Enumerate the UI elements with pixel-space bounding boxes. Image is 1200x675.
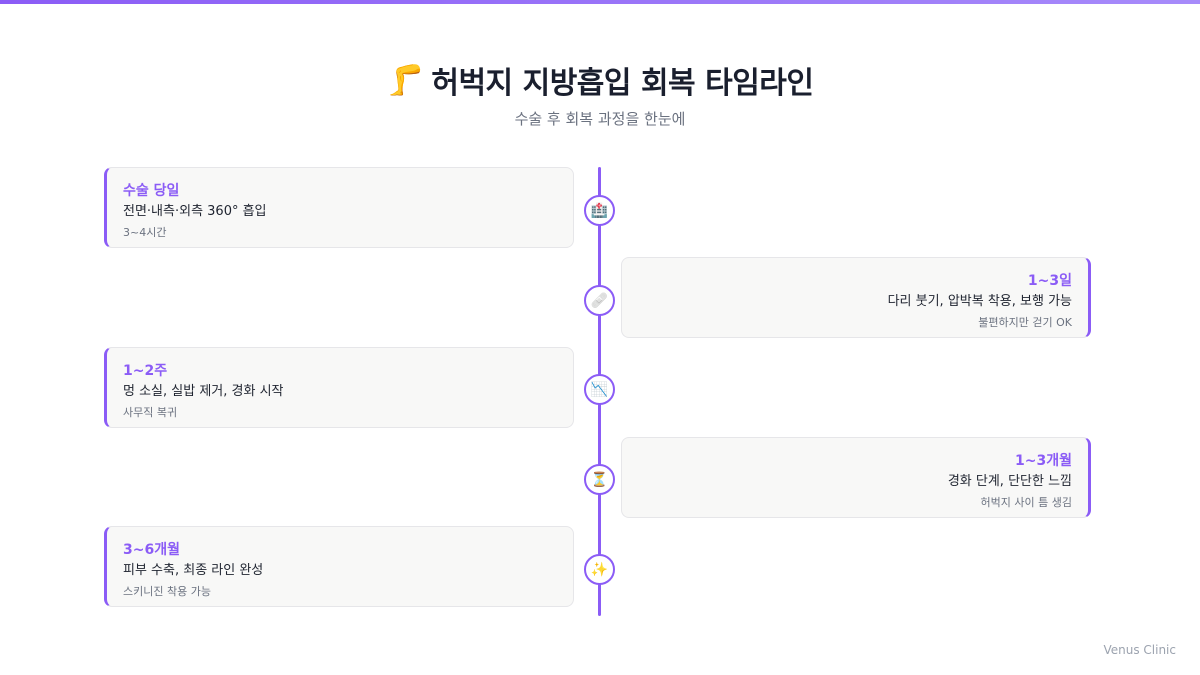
timeline-card-note: 사무직 복귀 bbox=[123, 406, 178, 419]
hospital-icon: 🏥 bbox=[584, 195, 615, 226]
sparkles-icon: ✨ bbox=[584, 554, 615, 585]
timeline-card-day1-3: 1~3일 다리 붓기, 압박복 착용, 보행 가능 불편하지만 걷기 OK bbox=[621, 257, 1091, 338]
timeline-card-note: 3~4시간 bbox=[123, 226, 167, 239]
page-title-text: 허벅지 지방흡입 회복 타임라인 bbox=[431, 66, 814, 101]
timeline-card-month1-3: 1~3개월 경화 단계, 단단한 느낌 허벅지 사이 틈 생김 bbox=[621, 437, 1091, 518]
header: 🦵 허벅지 지방흡입 회복 타임라인 bbox=[0, 58, 1200, 102]
timeline-card-month3-6: 3~6개월 피부 수축, 최종 라인 완성 스키니진 착용 가능 bbox=[104, 526, 574, 607]
timeline-card-title: 1~2주 bbox=[123, 363, 168, 379]
page-title: 🦵 허벅지 지방흡입 회복 타임라인 bbox=[386, 58, 815, 102]
timeline-card-desc: 피부 수축, 최종 라인 완성 bbox=[123, 563, 264, 578]
chart-down-icon: 📉 bbox=[584, 374, 615, 405]
timeline-card-note: 불편하지만 걷기 OK bbox=[978, 316, 1072, 329]
page-subtitle: 수술 후 회복 과정을 한눈에 bbox=[514, 110, 686, 128]
timeline-card-desc: 전면·내측·외측 360° 흡입 bbox=[123, 204, 267, 219]
timeline-card-desc: 멍 소실, 실밥 제거, 경화 시작 bbox=[123, 384, 284, 399]
timeline-card-day0: 수술 당일 전면·내측·외측 360° 흡입 3~4시간 bbox=[104, 167, 574, 248]
timeline-card-desc: 경화 단계, 단단한 느낌 bbox=[947, 474, 1072, 489]
brand-footer: Venus Clinic bbox=[1103, 643, 1176, 657]
timeline-card-title: 3~6개월 bbox=[123, 542, 180, 558]
timeline-card-desc: 다리 붓기, 압박복 착용, 보행 가능 bbox=[887, 294, 1072, 309]
timeline-card-note: 허벅지 사이 틈 생김 bbox=[980, 496, 1072, 509]
hourglass-icon: ⏳ bbox=[584, 464, 615, 495]
timeline-card-title: 수술 당일 bbox=[123, 183, 180, 199]
timeline-card-title: 1~3일 bbox=[1027, 273, 1072, 289]
bandage-icon: 🩹 bbox=[584, 285, 615, 316]
timeline-card-note: 스키니진 착용 가능 bbox=[123, 585, 211, 598]
leg-icon: 🦵 bbox=[386, 62, 424, 98]
timeline-card-week1-2: 1~2주 멍 소실, 실밥 제거, 경화 시작 사무직 복귀 bbox=[104, 347, 574, 428]
top-accent-bar bbox=[0, 0, 1200, 4]
timeline-card-title: 1~3개월 bbox=[1015, 453, 1072, 469]
